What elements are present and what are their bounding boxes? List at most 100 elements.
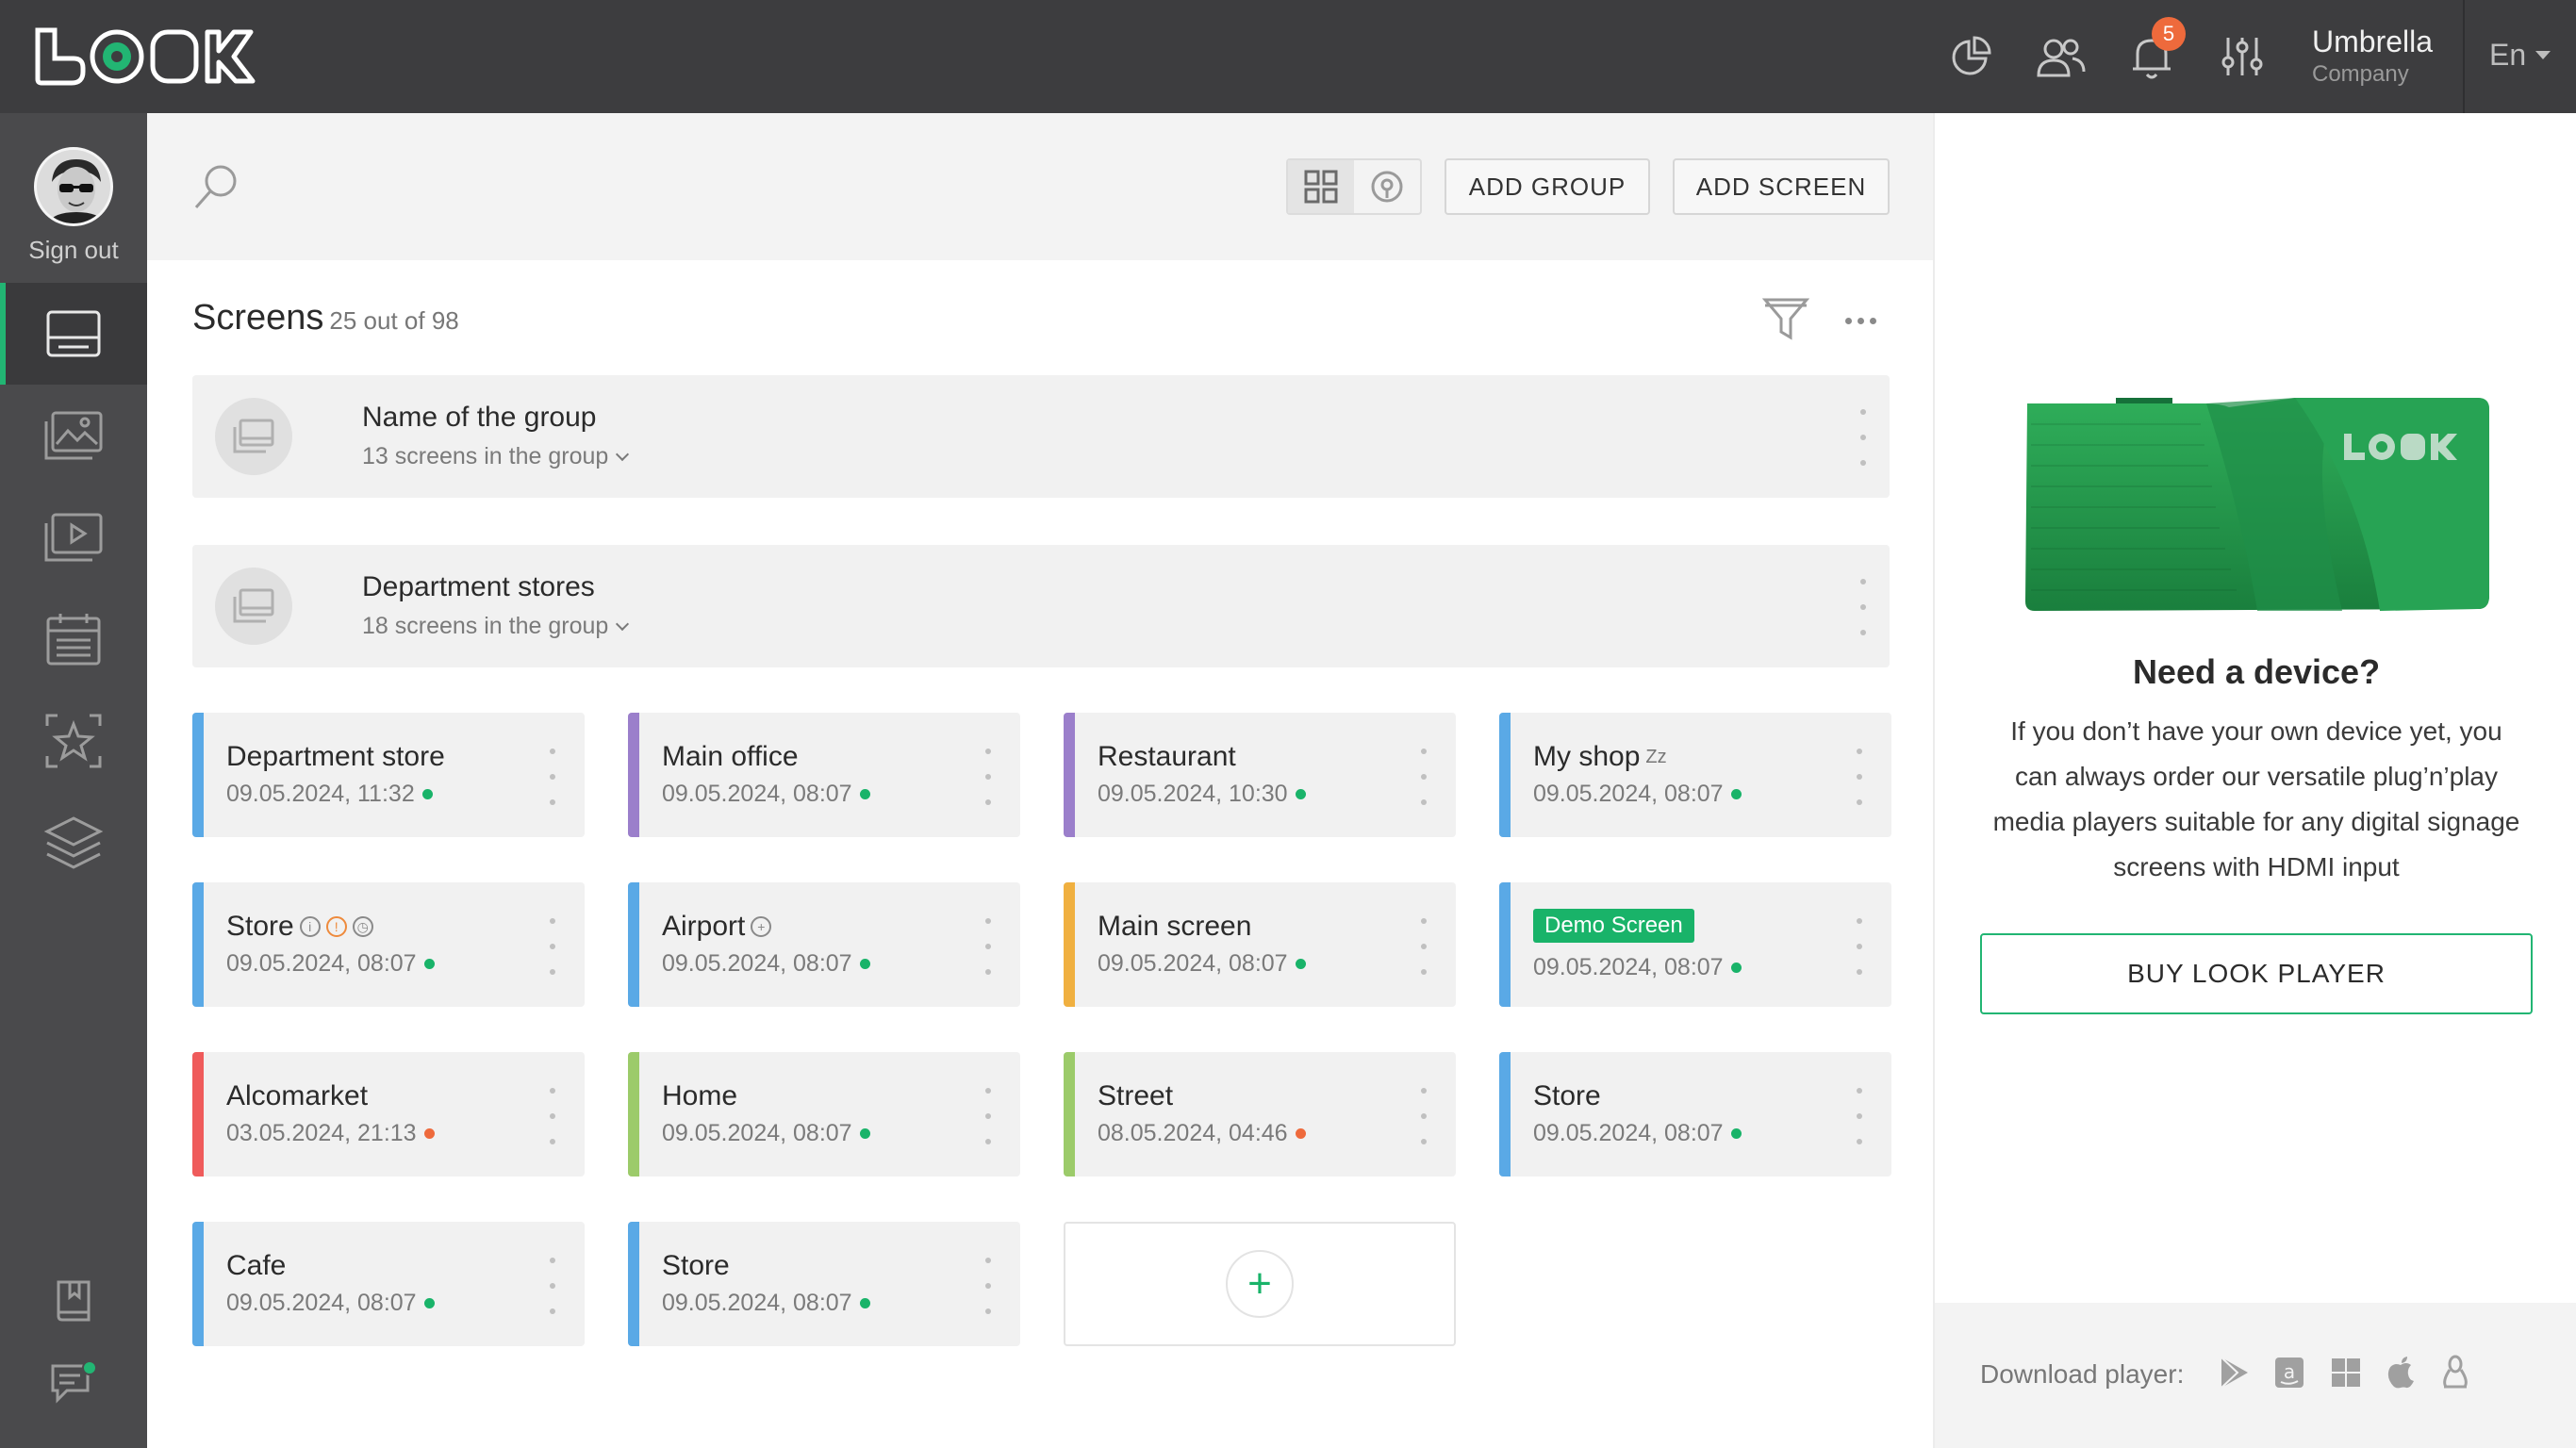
more-dot [1857, 317, 1864, 324]
group-toggle[interactable]: 13 screens in the group [362, 443, 630, 470]
sidebar: Sign out [0, 113, 147, 1448]
screen-date: 09.05.2024, 10:30 [1098, 781, 1306, 808]
company-switcher[interactable]: Umbrella Company [2312, 25, 2433, 88]
screen-card[interactable]: Store 09.05.2024, 08:07 [628, 1222, 1020, 1346]
chat-icon [51, 1360, 97, 1404]
filter-button[interactable] [1759, 292, 1812, 345]
sidebar-item-schedule[interactable] [0, 588, 147, 690]
group-count: 18 screens in the group [362, 613, 609, 639]
card-menu-button[interactable] [543, 1258, 562, 1314]
card-menu-button[interactable] [543, 918, 562, 975]
group-name: Department stores [362, 571, 595, 602]
card-menu-button[interactable] [979, 1258, 998, 1314]
playlist-icon [44, 513, 103, 562]
buy-look-player-button[interactable]: BUY LOOK PLAYER [1980, 933, 2533, 1014]
pie-chart-icon[interactable] [1942, 28, 1999, 85]
screen-date: 09.05.2024, 08:07 [1533, 781, 1742, 808]
status-bar [192, 1052, 204, 1176]
screens-title: Screens [192, 298, 324, 337]
sidebar-item-favorites[interactable] [0, 690, 147, 792]
group-toggle[interactable]: 18 screens in the group [362, 613, 630, 640]
screen-card[interactable]: Store 09.05.2024, 08:07 [1499, 1052, 1891, 1176]
card-menu-button[interactable] [1850, 918, 1869, 975]
bell-icon[interactable]: 5 [2123, 17, 2186, 85]
add-screen-card[interactable]: + [1064, 1222, 1456, 1346]
screen-date: 09.05.2024, 08:07 [1533, 954, 1742, 981]
sidebar-item-media[interactable] [0, 385, 147, 486]
card-menu-button[interactable] [979, 1088, 998, 1144]
amazon-icon[interactable]: a [2271, 1354, 2308, 1391]
card-menu-button[interactable] [543, 749, 562, 805]
screen-card[interactable]: Airport + 09.05.2024, 08:07 [628, 882, 1020, 1007]
card-menu-button[interactable] [979, 918, 998, 975]
look-player-device-image [2022, 396, 2491, 613]
plus-icon: + [1226, 1250, 1294, 1318]
screen-card[interactable]: Main screen 09.05.2024, 08:07 [1064, 882, 1456, 1007]
add-screen-button[interactable]: ADD SCREEN [1673, 158, 1890, 215]
screen-card[interactable]: Street 08.05.2024, 04:46 [1064, 1052, 1456, 1176]
look-logo[interactable] [34, 26, 260, 87]
svg-text:a: a [2284, 1360, 2295, 1383]
sidebar-item-screens[interactable] [0, 283, 147, 385]
screen-date: 09.05.2024, 08:07 [662, 950, 870, 978]
screen-card[interactable]: Department store 09.05.2024, 11:32 [192, 713, 585, 837]
windows-icon[interactable] [2327, 1354, 2365, 1391]
sliders-icon[interactable] [2214, 28, 2271, 85]
linux-icon[interactable] [2436, 1354, 2474, 1391]
status-bar [1499, 713, 1511, 837]
screen-card[interactable]: Store i ! ◷ 09.05.2024, 08:07 [192, 882, 585, 1007]
card-menu-button[interactable] [979, 749, 998, 805]
add-group-button[interactable]: ADD GROUP [1445, 158, 1650, 215]
screen-card[interactable]: Cafe 09.05.2024, 08:07 [192, 1222, 585, 1346]
card-menu-button[interactable] [543, 1088, 562, 1144]
card-menu-button[interactable] [1850, 749, 1869, 805]
status-dot [1730, 789, 1742, 799]
status-dot [423, 1128, 435, 1139]
sign-out-link[interactable]: Sign out [0, 236, 147, 265]
group-row[interactable]: Department stores 18 screens in the grou… [192, 545, 1890, 667]
screen-card[interactable]: Restaurant 09.05.2024, 10:30 [1064, 713, 1456, 837]
screen-card[interactable]: Home 09.05.2024, 08:07 [628, 1052, 1020, 1176]
group-menu-button[interactable] [1854, 579, 1873, 635]
avatar[interactable] [34, 147, 113, 226]
screen-card[interactable]: Alcomarket 03.05.2024, 21:13 [192, 1052, 585, 1176]
book-icon [57, 1280, 91, 1322]
top-bar: 5 Umbrella Company En [0, 0, 2576, 113]
demo-screen-badge: Demo Screen [1533, 909, 1694, 943]
group-row[interactable]: Name of the group 13 screens in the grou… [192, 375, 1890, 498]
status-dot [1730, 963, 1742, 973]
card-menu-button[interactable] [1414, 918, 1433, 975]
screen-date: 03.05.2024, 21:13 [226, 1120, 435, 1147]
screen-card[interactable]: Main office 09.05.2024, 08:07 [628, 713, 1020, 837]
card-menu-button[interactable] [1414, 1088, 1433, 1144]
status-bar [1499, 1052, 1511, 1176]
map-view-button[interactable] [1354, 160, 1420, 213]
sidebar-item-layers[interactable] [0, 792, 147, 894]
screen-card[interactable]: My shop Zz 09.05.2024, 08:07 [1499, 713, 1891, 837]
group-count: 13 screens in the group [362, 443, 609, 469]
sidebar-item-chat[interactable] [0, 1331, 147, 1433]
screen-card[interactable]: Demo Screen 09.05.2024, 08:07 [1499, 882, 1891, 1007]
more-options-button[interactable] [1835, 302, 1886, 339]
users-icon[interactable] [2033, 28, 2089, 85]
status-bar [192, 1222, 204, 1346]
status-bar [1499, 882, 1511, 1007]
status-dot [1295, 789, 1306, 799]
screens-count: 25 out of 98 [329, 306, 459, 335]
need-device-title: Need a device? [2132, 652, 2381, 691]
status-bar [628, 713, 639, 837]
card-menu-button[interactable] [1850, 1088, 1869, 1144]
language-selector[interactable]: En [2489, 38, 2551, 73]
apple-icon[interactable] [2382, 1354, 2419, 1391]
group-name: Name of the group [362, 402, 597, 433]
screen-name: Store [662, 1250, 730, 1281]
search-button[interactable] [189, 158, 245, 215]
sidebar-item-playlists[interactable] [0, 486, 147, 588]
notification-count-badge: 5 [2152, 17, 2186, 51]
google-play-icon[interactable] [2216, 1354, 2254, 1391]
card-menu-button[interactable] [1414, 749, 1433, 805]
group-menu-button[interactable] [1854, 409, 1873, 466]
screen-name: Cafe [226, 1250, 287, 1281]
status-dot [859, 1298, 870, 1308]
grid-view-button[interactable] [1288, 160, 1354, 213]
